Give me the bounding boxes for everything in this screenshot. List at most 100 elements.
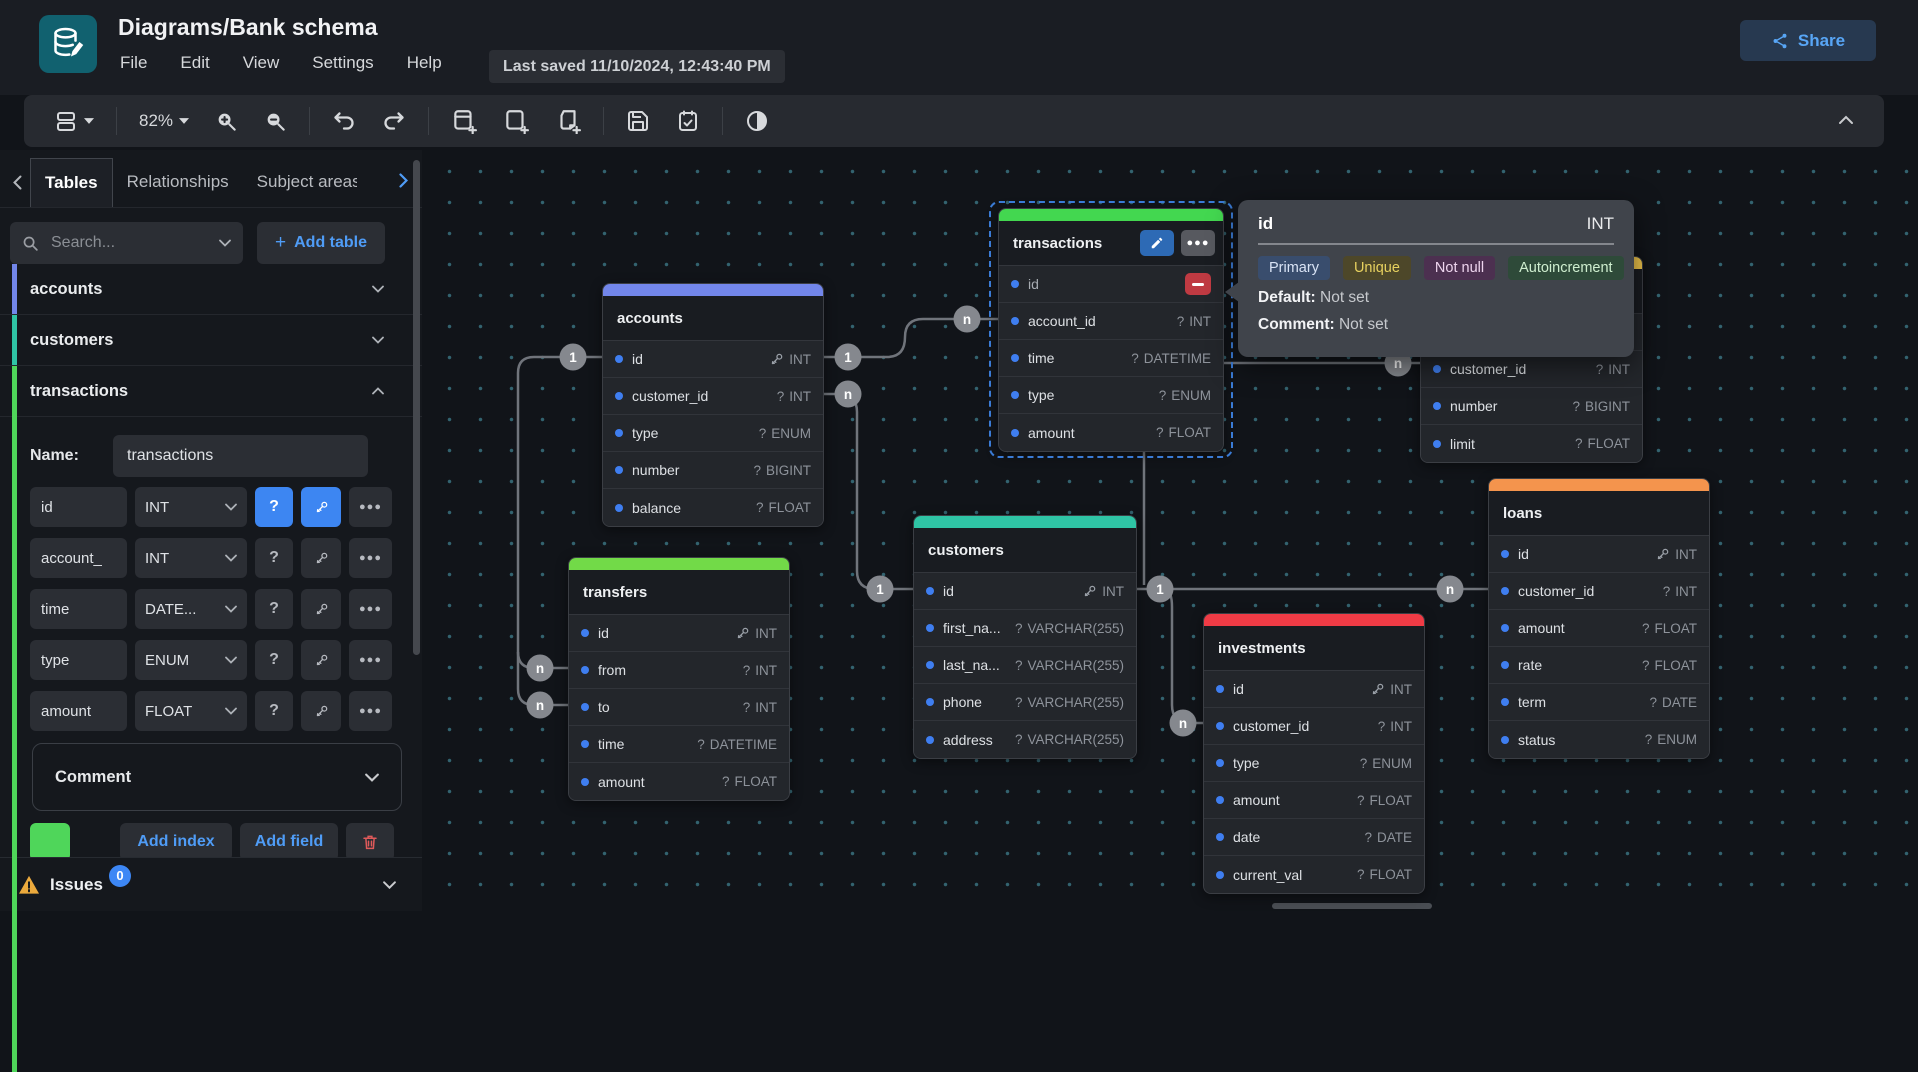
svg-text:n: n <box>1394 356 1402 371</box>
table-field-row[interactable]: account_id?INT <box>999 303 1223 340</box>
table-field-row[interactable]: term?DATE <box>1489 684 1709 721</box>
table-field-row[interactable]: id INT <box>603 341 823 378</box>
field-type: ?FLOAT <box>722 774 777 789</box>
field-dot <box>615 466 623 474</box>
table-field-row[interactable]: number ?BIGINT <box>603 452 823 489</box>
edit-table-button[interactable] <box>1140 230 1174 256</box>
svg-text:1: 1 <box>569 350 577 365</box>
tooltip-divider <box>1258 243 1614 245</box>
svg-text:n: n <box>1179 716 1187 731</box>
table-field-row[interactable]: idINT <box>1489 536 1709 573</box>
table-field-row[interactable]: amount?FLOAT <box>999 414 1223 451</box>
table-field-row[interactable]: idINT <box>1204 671 1424 708</box>
table-field-row[interactable]: phone?VARCHAR(255) <box>914 684 1136 721</box>
table-field-row[interactable]: amount?FLOAT <box>1204 782 1424 819</box>
canvas-table-transfers[interactable]: transfers idINT from?INT to?INT time?DAT… <box>568 557 790 801</box>
cardinality-label: 1 <box>867 576 894 603</box>
field-type: INT <box>769 352 811 367</box>
field-dot <box>1216 796 1224 804</box>
table-field-row[interactable]: amount ?FLOAT <box>1489 610 1709 647</box>
field-name: time <box>1028 350 1122 366</box>
table-field-row[interactable]: to?INT <box>569 689 789 726</box>
table-field-row[interactable]: amount?FLOAT <box>569 763 789 800</box>
field-dot <box>1501 550 1509 558</box>
field-type: ?FLOAT <box>756 500 811 515</box>
field-name: number <box>632 462 744 478</box>
table-field-row[interactable]: address?VARCHAR(255) <box>914 721 1136 758</box>
field-type: ?INT <box>1663 584 1697 599</box>
key-icon <box>1082 584 1097 599</box>
field-dot <box>926 661 934 669</box>
field-name: amount <box>1518 620 1633 636</box>
field-type: ?ENUM <box>1159 388 1211 403</box>
svg-text:n: n <box>536 661 544 676</box>
table-field-row[interactable]: rate?FLOAT <box>1489 647 1709 684</box>
table-title: loans <box>1489 491 1709 536</box>
field-dot <box>581 629 589 637</box>
canvas-table-accounts[interactable]: accounts idINT customer_id?INT type?ENUM… <box>602 283 824 527</box>
table-more-button[interactable]: ●●● <box>1181 230 1215 256</box>
field-type: INT <box>1370 682 1412 697</box>
table-field-row[interactable]: status?ENUM <box>1489 721 1709 758</box>
field-name: last_na... <box>943 657 1006 673</box>
tooltip-arrow <box>1225 282 1239 302</box>
field-dot <box>581 666 589 674</box>
field-type: INT <box>735 626 777 641</box>
table-field-row[interactable]: type?ENUM <box>999 377 1223 414</box>
table-field-row[interactable]: idINT <box>569 615 789 652</box>
table-field-row[interactable]: time?DATETIME <box>569 726 789 763</box>
cardinality-label: 1 <box>560 344 587 371</box>
field-type: ?INT <box>743 663 777 678</box>
table-field-row[interactable]: from?INT <box>569 652 789 689</box>
field-dot <box>1501 661 1509 669</box>
field-type: ?VARCHAR(255) <box>1015 658 1124 673</box>
field-type: ?FLOAT <box>1156 425 1211 440</box>
cardinality-label: n <box>527 655 554 682</box>
constraint-badge-primary: Primary <box>1258 256 1330 280</box>
table-field-row[interactable]: id <box>999 266 1223 303</box>
field-dot <box>1216 833 1224 841</box>
field-type: ?DATETIME <box>1131 351 1211 366</box>
cardinality-label: 1 <box>1147 576 1174 603</box>
table-field-row[interactable]: balance ?FLOAT <box>603 489 823 526</box>
field-tooltip: id INT PrimaryUniqueNot nullAutoincremen… <box>1238 200 1634 357</box>
table-field-row[interactable]: first_na...?VARCHAR(255) <box>914 610 1136 647</box>
delete-field-button[interactable] <box>1185 273 1211 295</box>
cardinality-label: n <box>1170 710 1197 737</box>
table-header-strip <box>999 209 1223 221</box>
field-dot <box>615 504 623 512</box>
field-dot <box>926 698 934 706</box>
cardinality-label: n <box>1437 576 1464 603</box>
field-dot <box>1011 280 1019 288</box>
table-field-row[interactable]: time ?DATETIME <box>999 340 1223 377</box>
table-field-row[interactable]: type?ENUM <box>1204 745 1424 782</box>
field-type: ?FLOAT <box>1357 867 1412 882</box>
table-field-row[interactable]: current_val?FLOAT <box>1204 856 1424 893</box>
field-dot <box>1011 391 1019 399</box>
table-header-strip <box>1204 614 1424 626</box>
canvas-table-transactions[interactable]: transactions ●●● id account_id?INT time?… <box>998 208 1224 452</box>
field-type: ?BIGINT <box>753 463 811 478</box>
field-name: balance <box>632 500 747 516</box>
field-name: id <box>943 583 1073 599</box>
field-dot <box>1011 317 1019 325</box>
field-dot <box>1501 624 1509 632</box>
canvas-table-customers[interactable]: customers idINT first_na...?VARCHAR(255)… <box>913 515 1137 759</box>
table-field-row[interactable]: customer_id?INT <box>603 378 823 415</box>
svg-text:n: n <box>536 698 544 713</box>
table-field-row[interactable]: date?DATE <box>1204 819 1424 856</box>
table-field-row[interactable]: customer_id?INT <box>1489 573 1709 610</box>
svg-text:1: 1 <box>876 582 884 597</box>
canvas-table-loans[interactable]: loans idINT customer_id?INT amount ?FLOAT… <box>1488 478 1710 759</box>
table-field-row[interactable]: type?ENUM <box>603 415 823 452</box>
field-name: amount <box>1233 792 1348 808</box>
table-field-row[interactable]: idINT <box>914 573 1136 610</box>
field-dot <box>581 778 589 786</box>
field-name: id <box>632 351 760 367</box>
canvas-table-investments[interactable]: investments idINT customer_id?INT type?E… <box>1203 613 1425 894</box>
table-field-row[interactable]: last_na... ?VARCHAR(255) <box>914 647 1136 684</box>
field-type: ?FLOAT <box>1642 621 1697 636</box>
field-name: customer_id <box>1233 718 1369 734</box>
field-dot <box>1501 736 1509 744</box>
table-field-row[interactable]: customer_id?INT <box>1204 708 1424 745</box>
